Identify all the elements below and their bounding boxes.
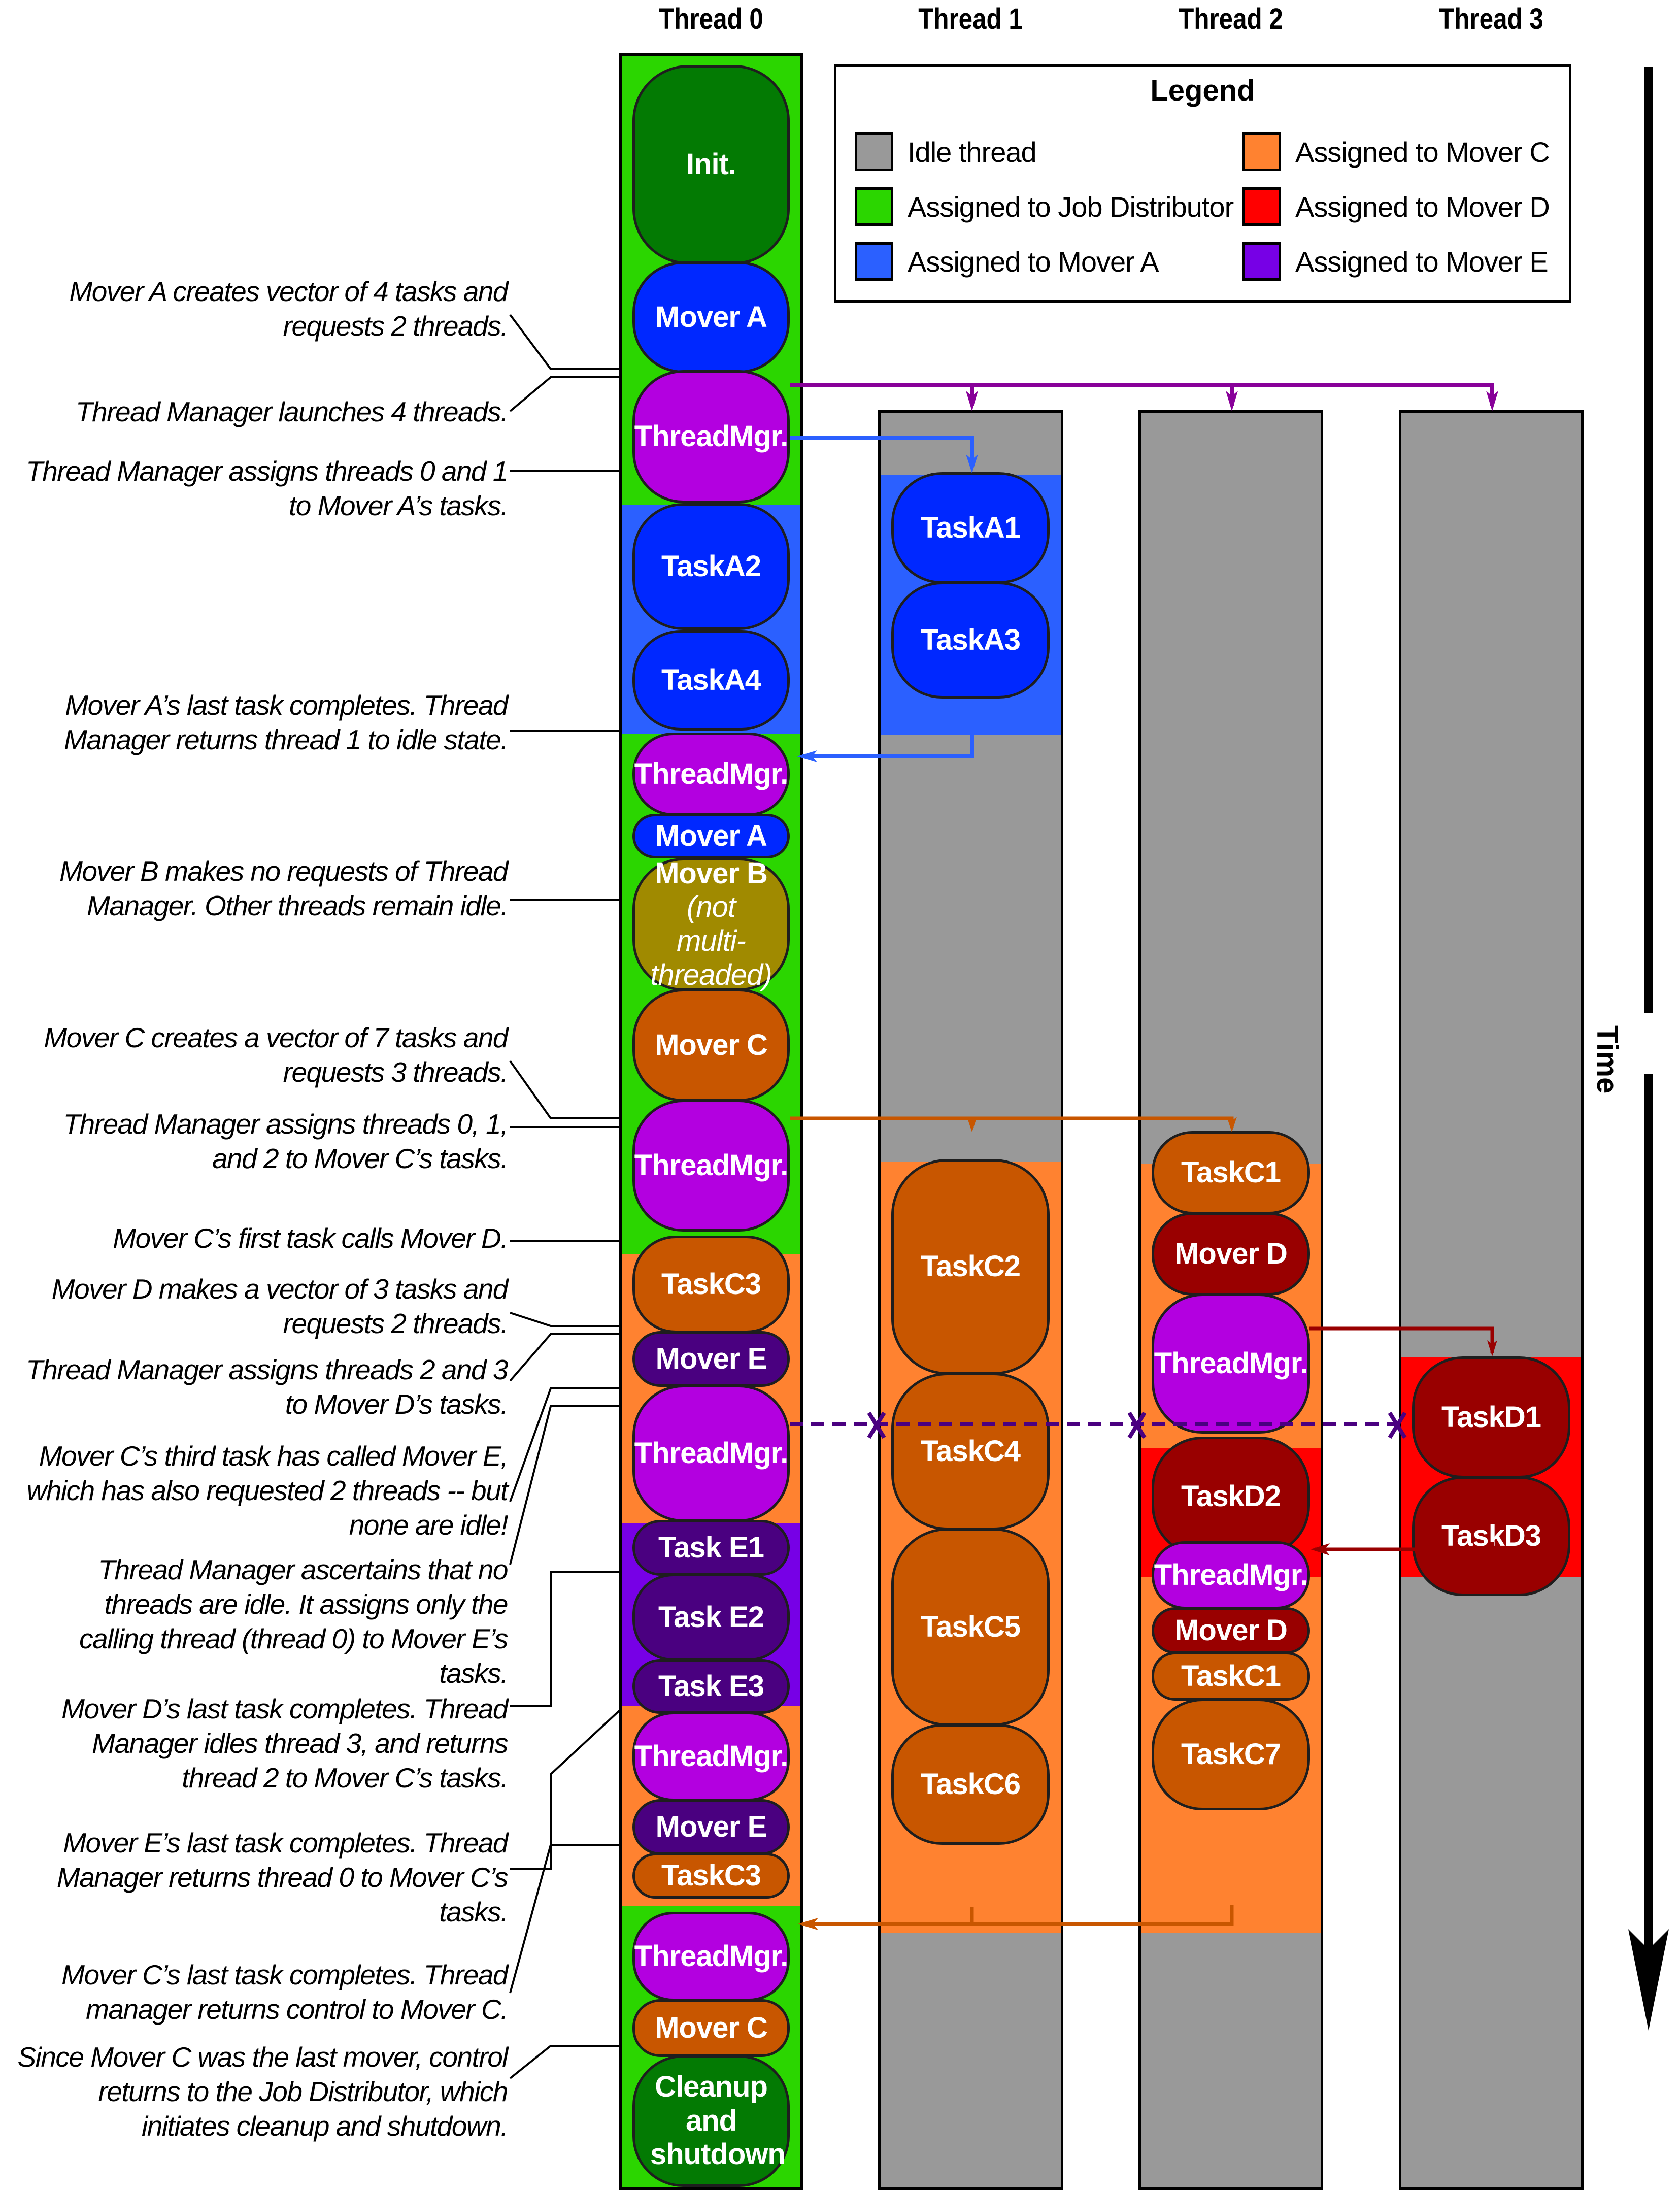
thread-2-pill-mover-d-2: Mover D (1152, 1607, 1310, 1654)
legend-label: Assigned to Mover C (1295, 136, 1550, 168)
thread-0-pill-task-c3: TaskC3 (632, 1236, 790, 1333)
thread-0-pill-task-a4: TaskA4 (632, 630, 790, 731)
legend-item-mover-d: Assigned to Mover D (1242, 187, 1550, 226)
thread-0-pill-task-e1: Task E1 (632, 1520, 790, 1576)
note-mover-b: Mover B makes no requests of Thread Manag… (59, 855, 508, 921)
thread-2-pill-task-c1-2: TaskC1 (1152, 1652, 1310, 1701)
thread-0-pill-thread-mgr-5: ThreadMgr. (632, 1712, 790, 1801)
thread-2-pill-mover-d: Mover D (1152, 1212, 1310, 1296)
thread-2-header: Thread 2 (1179, 3, 1283, 36)
legend-label: Idle thread (908, 136, 1037, 168)
thread-3-header: Thread 3 (1439, 3, 1543, 36)
thread-2-pill-thread-mgr-2: ThreadMgr. (1152, 1541, 1310, 1609)
leader-mover-e-done (510, 1710, 620, 1870)
swatch-job-distributor (855, 187, 893, 226)
note-mover-c-done: Mover C’s last task completes. Thread man… (61, 1959, 508, 2025)
leader-launch-threads (509, 376, 619, 412)
thread-0-pill-thread-mgr-3: ThreadMgr. (632, 1100, 790, 1232)
thread-0-header: Thread 0 (659, 3, 763, 36)
thread-1-pill-task-a1: TaskA1 (891, 472, 1050, 584)
legend-label: Assigned to Job Distributor (908, 190, 1234, 223)
note-assign-a: Thread Manager assigns threads 0 and 1 to… (26, 455, 508, 521)
note-mover-e-request: Mover C’s third task has called Mover E,… (26, 1440, 509, 1541)
launch-arrows (790, 383, 1494, 406)
thread-0-pill-mover-e-2: Mover E (632, 1799, 790, 1855)
thread-1-pill-task-c4: TaskC4 (891, 1373, 1050, 1530)
leader-no-idle (509, 1405, 619, 1565)
thread-0-pill-task-e3: Task E3 (632, 1659, 790, 1714)
thread-0-pill-thread-mgr-6: ThreadMgr. (632, 1912, 790, 2001)
thread-0-pill-mover-c: Mover C (632, 989, 790, 1102)
legend-item-mover-e: Assigned to Mover E (1242, 242, 1549, 281)
thread-0-pill-mover-a-2: Mover A (632, 814, 790, 858)
note-mover-d-done: Mover D’s last task completes. Thread Man… (61, 1693, 508, 1794)
thread-2-pill-task-d2: TaskD2 (1152, 1437, 1310, 1556)
legend-item-idle: Idle thread (855, 132, 1037, 171)
legend-title: Legend (1150, 74, 1255, 107)
swatch-mover-c (1242, 132, 1281, 171)
thread-3-pill-task-d3: TaskD3 (1412, 1476, 1570, 1596)
legend-item-mover-a: Assigned to Mover A (855, 242, 1159, 281)
thread-2-pill-task-c7: TaskC7 (1152, 1699, 1310, 1810)
note-mover-d-request: Mover D makes a vector of 3 tasks and req… (51, 1273, 509, 1339)
thread-2-pill-thread-mgr-1: ThreadMgr. (1152, 1293, 1310, 1434)
swatch-mover-d (1242, 187, 1281, 226)
note-mover-a-request: Mover A creates vector of 4 tasks and req… (69, 276, 508, 342)
time-axis-arrow (1628, 67, 1669, 2031)
legend: Legend Idle thread Assigned to Job Distr… (834, 64, 1571, 303)
thread-0-pill-task-a2: TaskA2 (632, 503, 790, 630)
launch-arrowheads (966, 391, 1498, 411)
leader-mover-c-request (509, 1060, 619, 1119)
thread-0-pill-mover-b: Mover B (not multi-threaded) (632, 857, 790, 991)
thread-2-pill-task-c1: TaskC1 (1152, 1131, 1310, 1214)
legend-label: Assigned to Mover A (908, 245, 1159, 278)
leader-mover-a-request (509, 314, 619, 370)
note-mover-e-done: Mover E’s last task completes. Thread Man… (56, 1827, 509, 1928)
thread-1-pill-task-a3: TaskA3 (891, 582, 1050, 699)
thread-1-pill-task-c5: TaskC5 (891, 1528, 1050, 1726)
thread-3-column (1399, 410, 1584, 2190)
thread-0-pill-thread-mgr-2: ThreadMgr. (632, 733, 790, 816)
thread-0-pill-task-e2: Task E2 (632, 1574, 790, 1661)
leader-mover-c-done (509, 1844, 619, 1994)
swatch-mover-a (855, 242, 893, 281)
legend-label: Assigned to Mover E (1295, 245, 1549, 278)
thread-1-pill-task-c6: TaskC6 (891, 1724, 1050, 1845)
swatch-mover-e (1242, 242, 1281, 281)
thread-0-pill-thread-mgr-4: ThreadMgr. (632, 1385, 790, 1522)
thread-0-pill-mover-a: Mover A (632, 261, 790, 373)
note-cleanup: Since Mover C was the last mover, contro… (17, 2041, 508, 2142)
thread-3-pill-task-d1: TaskD1 (1412, 1356, 1570, 1478)
leader-mover-d-done (510, 1571, 619, 1707)
legend-item-mover-c: Assigned to Mover C (1242, 132, 1550, 171)
thread-0-pill-task-c3-2: TaskC3 (632, 1853, 790, 1899)
thread-1-pill-task-c2: TaskC2 (891, 1159, 1050, 1375)
legend-item-job-distributor: Assigned to Job Distributor (855, 187, 1234, 226)
time-axis-label: Time (1591, 1025, 1624, 1094)
thread-0-pill-mover-e: Mover E (632, 1331, 790, 1387)
note-leader-lines (509, 314, 620, 2079)
thread-1-header: Thread 1 (918, 3, 1023, 36)
note-mover-a-done: Mover A’s last task completes. Thread Man… (64, 689, 508, 755)
leader-mover-d-request (510, 1312, 619, 1327)
note-assign-d: Thread Manager assigns threads 2 and 3 to… (26, 1354, 508, 1420)
note-no-idle: Thread Manager ascertains that no threads… (79, 1554, 508, 1689)
note-calls-mover-d: Mover C’s first task calls Mover D. (113, 1222, 508, 1254)
thread-0-pill-mover-c-2: Mover C (632, 1999, 790, 2057)
legend-label: Assigned to Mover D (1295, 190, 1550, 223)
thread-0-pill-thread-mgr-1: ThreadMgr. (632, 370, 790, 503)
note-mover-c-request: Mover C creates a vector of 7 tasks and r… (44, 1022, 508, 1088)
leader-mover-e-request (509, 1387, 619, 1502)
note-assign-c: Thread Manager assigns threads 0, 1, and … (63, 1108, 509, 1174)
thread-0-pill-cleanup: Cleanup and shutdown (632, 2055, 790, 2187)
swatch-idle (855, 132, 893, 171)
leader-cleanup (509, 2045, 619, 2079)
leader-assign-d (509, 1333, 619, 1382)
note-launch-threads: Thread Manager launches 4 threads. (76, 396, 508, 427)
mover-b-note: (not multi-threaded) (650, 890, 772, 991)
thread-0-pill-init: Init. (632, 65, 790, 264)
